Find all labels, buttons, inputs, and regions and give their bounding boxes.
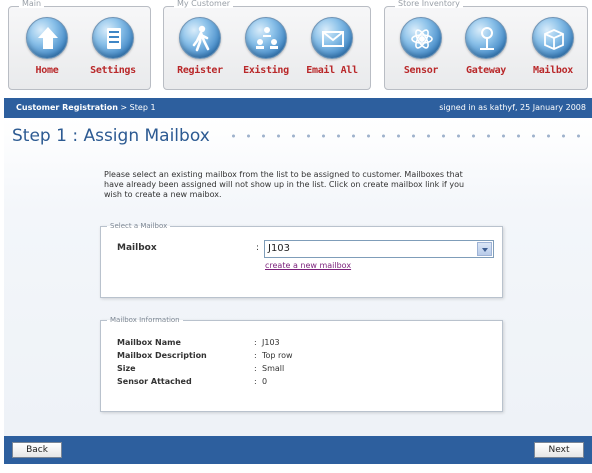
group-title: Store Inventory <box>395 0 463 8</box>
info-value: Small <box>262 364 285 373</box>
top-toolbar: Main Home Settings My Customer Register <box>0 0 592 96</box>
mailbox-label: Mailbox <box>117 243 157 253</box>
panel-legend: Select a Mailbox <box>110 222 168 230</box>
breadcrumb: Customer Registration > Step 1 <box>16 98 156 118</box>
existing-label: Existing <box>243 65 289 76</box>
create-mailbox-link[interactable]: create a new mailbox <box>265 261 351 270</box>
sensor-label: Sensor <box>403 65 439 76</box>
chevron-down-icon[interactable] <box>477 242 492 256</box>
settings-label: Settings <box>90 65 136 76</box>
toolbar-group-store-inventory: Store Inventory Sensor Gateway Mailbox <box>384 0 588 90</box>
home-label: Home <box>35 65 59 76</box>
register-icon <box>179 17 221 59</box>
register-label: Register <box>177 65 223 76</box>
gateway-label: Gateway <box>465 65 507 76</box>
intro-text: Please select an existing mailbox from t… <box>104 170 465 199</box>
home-button[interactable]: Home <box>19 15 75 87</box>
mailbox-icon <box>532 17 574 59</box>
info-key: Size <box>117 364 136 373</box>
back-button[interactable]: Back <box>12 442 62 458</box>
select-mailbox-panel: Select a Mailbox Mailbox : J103 create a… <box>100 222 503 298</box>
colon: : <box>254 364 257 373</box>
breadcrumb-step: > Step 1 <box>117 103 156 112</box>
mailbox-select[interactable]: J103 <box>264 240 494 258</box>
email-all-label: Email All <box>306 65 358 76</box>
settings-icon <box>92 17 134 59</box>
group-title: My Customer <box>174 0 234 8</box>
colon: : <box>254 377 257 386</box>
email-icon <box>311 17 353 59</box>
panel-legend: Mailbox Information <box>110 316 180 324</box>
gateway-button[interactable]: Gateway <box>458 15 514 87</box>
main-content: Step 1 : Assign Mailbox Please select an… <box>4 118 592 436</box>
info-key: Sensor Attached <box>117 377 192 386</box>
mailbox-information-panel: Mailbox Information Mailbox Name : J103 … <box>100 316 503 412</box>
sensor-icon <box>400 17 442 59</box>
sensor-button[interactable]: Sensor <box>393 15 449 87</box>
info-value: Top row <box>262 351 293 360</box>
home-icon <box>26 17 68 59</box>
footer-bar: Back Next <box>4 436 592 464</box>
existing-icon <box>245 17 287 59</box>
toolbar-group-my-customer: My Customer Register Existing Email All <box>163 0 371 90</box>
info-key: Mailbox Description <box>117 351 207 360</box>
info-value: 0 <box>262 377 268 386</box>
email-all-button[interactable]: Email All <box>304 15 360 87</box>
next-button[interactable]: Next <box>534 442 584 458</box>
colon: : <box>254 351 257 360</box>
toolbar-group-main: Main Home Settings <box>8 0 151 90</box>
colon: : <box>256 243 260 253</box>
existing-button[interactable]: Existing <box>238 15 294 87</box>
title-divider <box>226 134 586 138</box>
signed-in-status: signed in as kathyf, 25 January 2008 <box>439 103 586 112</box>
register-button[interactable]: Register <box>172 15 228 87</box>
gateway-icon <box>465 17 507 59</box>
header-bar: Customer Registration > Step 1 signed in… <box>4 98 592 118</box>
group-title: Main <box>19 0 45 8</box>
mailbox-select-value: J103 <box>268 243 291 254</box>
breadcrumb-current: Customer Registration <box>16 103 118 112</box>
info-key: Mailbox Name <box>117 338 181 347</box>
settings-button[interactable]: Settings <box>85 15 141 87</box>
info-value: J103 <box>262 338 280 347</box>
colon: : <box>254 338 257 347</box>
page-title: Step 1 : Assign Mailbox <box>12 126 210 146</box>
mailbox-label: Mailbox <box>532 65 574 76</box>
mailbox-button[interactable]: Mailbox <box>525 15 581 87</box>
